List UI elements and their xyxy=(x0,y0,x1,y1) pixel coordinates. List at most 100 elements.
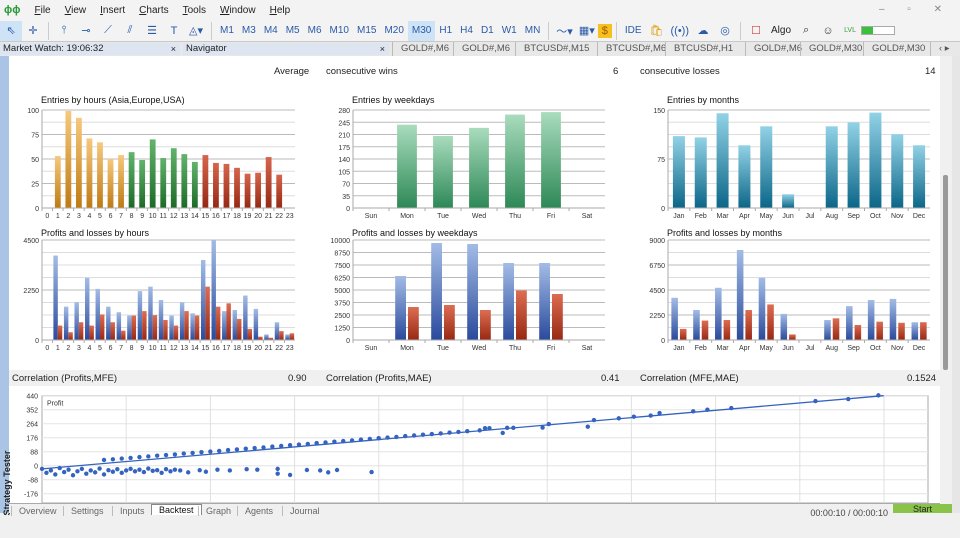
menu-window[interactable]: Window xyxy=(220,5,256,16)
scatter-point xyxy=(185,470,191,475)
x-tick-label: Oct xyxy=(870,213,881,220)
timeframe-mn[interactable]: MN xyxy=(521,21,545,41)
fibonacci-icon[interactable]: ☰ xyxy=(141,21,163,41)
scatter-point xyxy=(296,442,302,447)
x-tick-label: 10 xyxy=(149,213,157,220)
bar-3 xyxy=(75,117,82,208)
bar-profit-18 xyxy=(232,310,238,340)
scatter-point xyxy=(305,441,310,447)
menu-insert[interactable]: Insert xyxy=(100,5,125,16)
tab-agents[interactable]: Agents xyxy=(237,506,280,516)
bar-profit-11 xyxy=(158,300,164,340)
start-button[interactable]: Start xyxy=(893,504,952,514)
tab-settings[interactable]: Settings xyxy=(63,506,111,516)
timeframe-m5[interactable]: M5 xyxy=(282,21,304,41)
scatter-point xyxy=(101,472,107,477)
algo-button[interactable]: Algo xyxy=(767,21,795,41)
x-tick-label: Dec xyxy=(913,345,926,352)
cursor-icon[interactable]: ⇖ xyxy=(0,20,22,41)
tab-scroll-arrows[interactable]: ‹ ▸ xyxy=(930,42,958,56)
timeframe-d1[interactable]: D1 xyxy=(477,21,498,41)
crosshair-icon[interactable]: ✛ xyxy=(22,21,44,41)
timeframe-m6[interactable]: M6 xyxy=(304,21,326,41)
chart-title: Entries by months xyxy=(667,95,740,105)
x-tick-label: Wed xyxy=(472,213,486,220)
timeframe-m20[interactable]: M20 xyxy=(380,21,407,41)
bar-profit-Wed xyxy=(467,244,478,340)
dollar-icon[interactable]: $ xyxy=(597,23,612,38)
bar-loss-Sep xyxy=(854,325,862,340)
bar-loss-15 xyxy=(205,286,210,340)
x-tick-label: Sep xyxy=(847,213,860,220)
close-icon[interactable]: × xyxy=(171,43,176,55)
menu-tools[interactable]: Tools xyxy=(183,5,206,16)
menu-file[interactable]: File xyxy=(35,5,51,16)
timeframe-h4[interactable]: H4 xyxy=(456,21,477,41)
bar-May xyxy=(760,126,773,208)
timeframe-m15[interactable]: M15 xyxy=(353,21,380,41)
market-bag-icon[interactable]: 🛍 xyxy=(646,21,668,41)
close-icon[interactable]: × xyxy=(380,43,385,55)
chart-tab[interactable]: BTCUSD#,M6 xyxy=(597,42,674,56)
text-icon[interactable]: T xyxy=(163,21,185,41)
horizontal-line-icon[interactable]: ⊸ xyxy=(75,21,97,41)
timeframe-h1[interactable]: H1 xyxy=(435,21,456,41)
scatter-point xyxy=(334,467,340,473)
chart-template-icon[interactable]: ▦▾ xyxy=(576,21,598,41)
scatter-point xyxy=(227,468,233,473)
timeframe-m10[interactable]: M10 xyxy=(326,21,353,41)
x-tick-label: 5 xyxy=(98,345,102,352)
community-icon[interactable]: ◎ xyxy=(714,21,736,41)
shapes-icon[interactable]: ◬▾ xyxy=(185,21,207,41)
indicators-icon[interactable]: 〜▾ xyxy=(553,21,576,41)
scatter-point xyxy=(657,410,662,416)
timeframe-m3[interactable]: M3 xyxy=(238,21,260,41)
search-icon[interactable]: ⌕ xyxy=(795,21,817,41)
menu-help[interactable]: Help xyxy=(270,5,291,16)
tab-journal[interactable]: Journal xyxy=(282,506,327,516)
trendline-icon[interactable]: ⟋ xyxy=(97,21,119,41)
bar-6 xyxy=(107,159,114,208)
channel-icon[interactable]: ⫽ xyxy=(119,21,141,41)
vps-cloud-icon[interactable]: ☁ xyxy=(692,21,714,41)
y-tick-label: 2500 xyxy=(334,313,350,320)
x-tick-label: Sat xyxy=(582,345,593,352)
consecutive-wins-value: 6 xyxy=(613,66,619,77)
ide-button[interactable]: IDE xyxy=(621,21,646,41)
timeframe-m4[interactable]: M4 xyxy=(260,21,282,41)
chart-tab[interactable]: GOLD#,M30 xyxy=(800,42,870,56)
chart-tab[interactable]: GOLD#,M6 xyxy=(392,42,457,56)
navigator-panel-header: Navigator × xyxy=(183,43,389,55)
timeframe-w1[interactable]: W1 xyxy=(498,21,521,41)
scrollbar-thumb[interactable] xyxy=(943,175,948,370)
vertical-line-icon[interactable]: ⫯ xyxy=(53,21,75,41)
divider xyxy=(740,21,742,40)
bar-loss-1 xyxy=(57,325,63,340)
tab-backtest[interactable]: Backtest xyxy=(151,504,202,515)
tab-graph[interactable]: Graph xyxy=(198,506,238,516)
tab-overview[interactable]: Overview xyxy=(11,506,64,516)
chart-tab[interactable]: BTCUSD#,M15 xyxy=(515,42,597,56)
bar-profit-17 xyxy=(222,311,227,340)
chart-tab[interactable]: GOLD#,M6 xyxy=(453,42,518,56)
scatter-point xyxy=(150,468,155,473)
correlation-row: Correlation (Profits,MFE) 0.90 Correlati… xyxy=(9,370,940,386)
timeframe-m1[interactable]: M1 xyxy=(216,21,238,41)
menu-charts[interactable]: Charts xyxy=(139,5,168,16)
timeframe-m30[interactable]: M30 xyxy=(407,20,436,41)
scatter-point xyxy=(128,455,133,461)
algo-checkbox-icon[interactable]: ☐ xyxy=(745,21,767,41)
tab-inputs[interactable]: Inputs xyxy=(112,506,152,516)
scatter-point xyxy=(275,466,280,472)
account-icon[interactable]: ☺ xyxy=(817,21,839,41)
chart-tab[interactable]: BTCUSD#,H1 xyxy=(665,42,741,56)
window-controls[interactable]: – ▫ ✕ xyxy=(879,4,952,15)
menu-view[interactable]: View xyxy=(65,5,87,16)
scatter-point xyxy=(44,470,49,476)
y-tick-label: 150 xyxy=(653,108,665,115)
chart-tab[interactable]: GOLD#,M30 xyxy=(863,42,933,56)
y-tick-label: 7500 xyxy=(334,263,350,270)
signals-icon[interactable]: ((•)) xyxy=(668,21,693,41)
x-tick-label: May xyxy=(760,213,774,220)
chart-pl_months: Profits and losses by months 0 2250 4500 675… xyxy=(649,228,930,352)
